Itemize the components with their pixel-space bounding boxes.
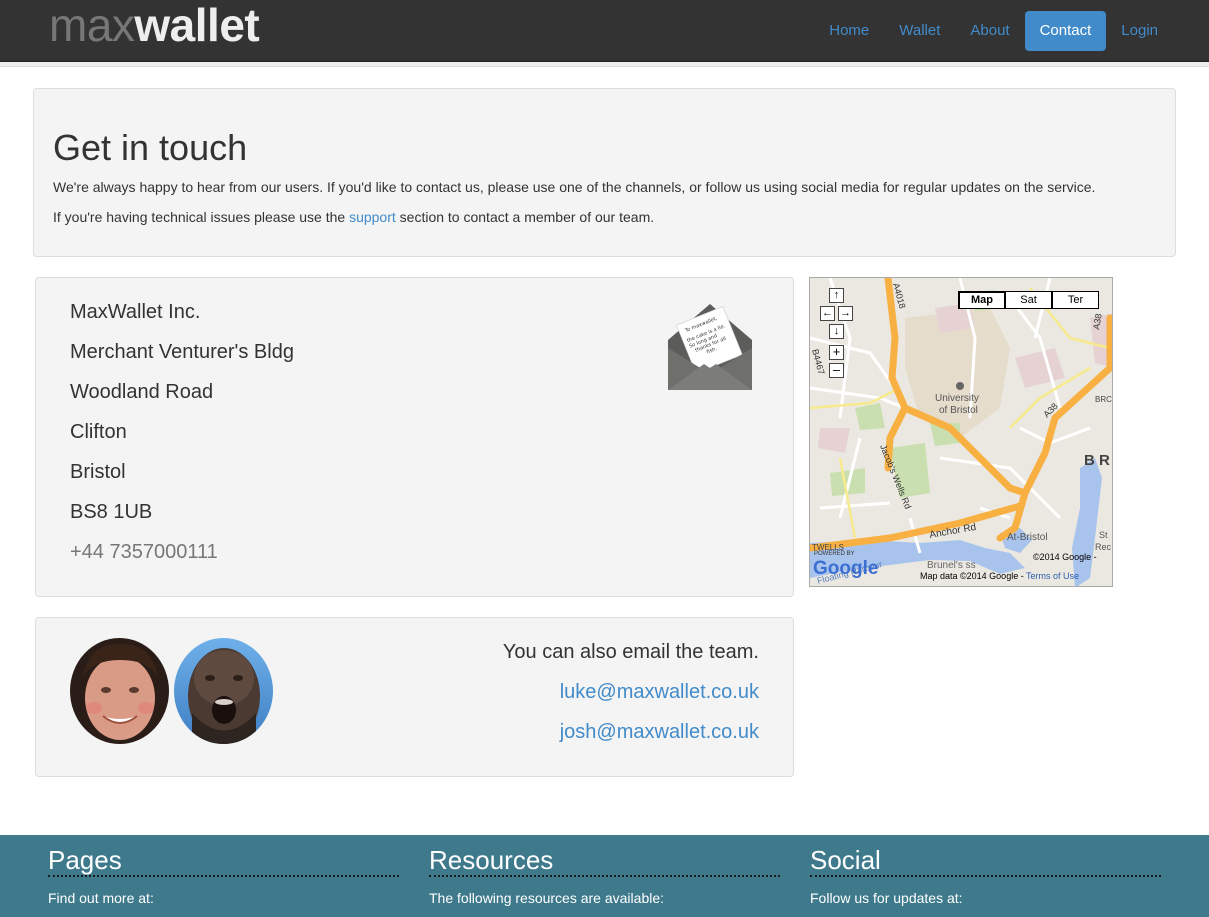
map-type-ter-button[interactable]: Ter: [1052, 291, 1099, 309]
page-title: Get in touch: [53, 127, 248, 168]
location-map[interactable]: University of Bristol A4018 A38 A38 B446…: [809, 277, 1113, 587]
map-data: Map data ©2014 Google - Terms of Use: [920, 571, 1079, 581]
map-powered-by: POWERED BY: [814, 551, 855, 557]
contact-jumbotron: Get in touch We're always happy to hear …: [33, 88, 1176, 257]
map-pan-down-button[interactable]: ↓: [829, 324, 844, 339]
nav-login-link[interactable]: Login: [1106, 11, 1173, 51]
map-label-br: B R: [1084, 452, 1110, 469]
footer-social-column: Social Follow us for updates at:: [810, 845, 1161, 908]
address-phone: +44 7357000111: [70, 541, 218, 563]
map-zoom-out-button[interactable]: –: [829, 363, 844, 378]
footer-social-text: Follow us for updates at:: [810, 890, 963, 906]
google-logo: Google: [813, 558, 878, 579]
map-label-university: University: [935, 393, 979, 404]
navbar-underline: [0, 62, 1209, 67]
map-label-brunels: Brunel's ss: [927, 560, 976, 571]
address-company: MaxWallet Inc.: [70, 301, 201, 323]
address-building: Merchant Venturer's Bldg: [70, 341, 294, 363]
footer-resources-column: Resources The following resources are av…: [429, 845, 780, 908]
map-pan-right-button[interactable]: →: [838, 306, 853, 321]
footer-social-title: Social: [810, 845, 1161, 877]
address-panel: MaxWallet Inc. Merchant Venturer's Bldg …: [35, 277, 794, 597]
footer: Pages Find out more at: Resources The fo…: [0, 835, 1209, 917]
email-link-luke[interactable]: luke@maxwallet.co.uk: [560, 679, 759, 705]
avatar-luke: [70, 638, 169, 744]
envelope-icon: To maxwallet, the cake is a lie. So long…: [668, 304, 752, 390]
footer-resources-text: The following resources are available:: [429, 890, 665, 906]
support-text-after: section to contact a member of our team.: [395, 209, 655, 225]
nav-home-link[interactable]: Home: [814, 11, 884, 51]
brand-logo[interactable]: maxwallet: [49, 0, 260, 51]
avatar-josh: [174, 638, 273, 744]
support-paragraph: If you're having technical issues please…: [53, 207, 654, 227]
navbar: maxwallet Home Wallet About Contact Logi…: [0, 0, 1209, 62]
nav-contact-link[interactable]: Contact: [1024, 11, 1107, 51]
map-pan-left-button[interactable]: ←: [820, 306, 835, 321]
map-pan-up-button[interactable]: ↑: [829, 288, 844, 303]
brand-logo-light: max: [49, 0, 135, 51]
intro-paragraph: We're always happy to hear from our user…: [53, 179, 1096, 195]
address-postcode: BS8 1UB: [70, 501, 153, 523]
support-text-before: If you're having technical issues please…: [53, 209, 350, 225]
map-type-sat-button[interactable]: Sat: [1005, 291, 1052, 309]
nav-menu: Home Wallet About Contact Login: [814, 11, 1173, 51]
nav-about-link[interactable]: About: [955, 11, 1024, 51]
support-link[interactable]: support: [349, 209, 396, 225]
map-zoom-in-button[interactable]: +: [829, 345, 844, 360]
map-label-university2: of Bristol: [939, 405, 978, 416]
footer-resources-title: Resources: [429, 845, 780, 877]
footer-pages-text: Find out more at:: [48, 890, 154, 906]
map-copyright: ©2014 Google -: [1033, 552, 1097, 562]
map-label-brc: BRC: [1095, 395, 1112, 404]
map-data-text: Map data ©2014 Google -: [920, 571, 1026, 581]
map-terms-link: Terms of Use: [1026, 571, 1079, 581]
map-type-map-button[interactable]: Map: [958, 291, 1005, 309]
email-link-josh[interactable]: josh@maxwallet.co.uk: [560, 719, 759, 745]
footer-pages-title: Pages: [48, 845, 399, 877]
footer-pages-column: Pages Find out more at:: [48, 845, 399, 908]
team-panel: You can also email the team. luke@maxwal…: [35, 617, 794, 777]
map-label-rec: Rec: [1095, 542, 1112, 552]
address-street: Woodland Road: [70, 381, 214, 403]
map-canvas[interactable]: University of Bristol A4018 A38 A38 B446…: [810, 278, 1113, 587]
map-label-atbristol: At-Bristol: [1007, 532, 1048, 543]
team-email-intro: You can also email the team.: [502, 641, 759, 663]
address-city: Bristol: [70, 461, 126, 483]
nav-wallet-link[interactable]: Wallet: [884, 11, 955, 51]
map-label-st: St: [1099, 530, 1108, 540]
address-district: Clifton: [70, 421, 127, 443]
brand-logo-bold: wallet: [134, 0, 260, 51]
map-type-controls: Map Sat Ter: [958, 291, 1099, 309]
